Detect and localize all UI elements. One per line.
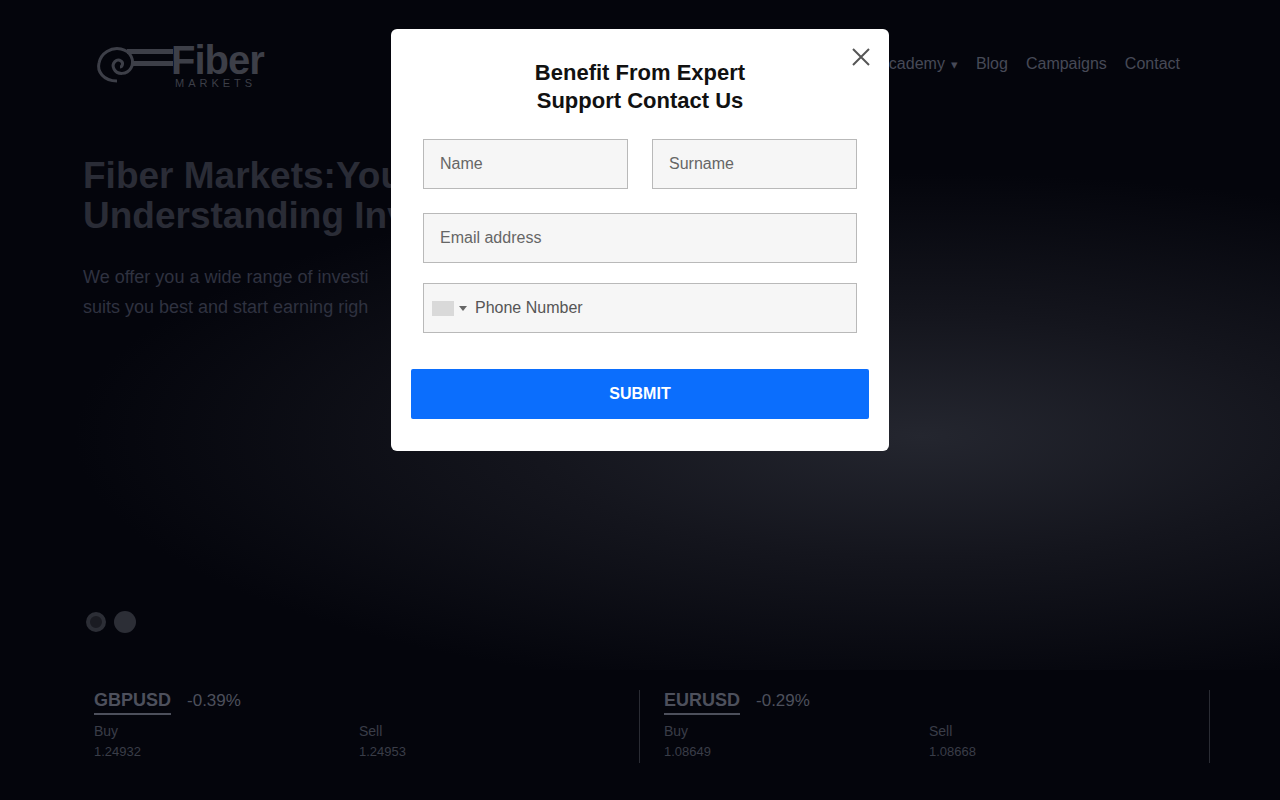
modal-overlay[interactable]: Benefit From ExpertSupport Contact Us SU…	[0, 0, 1280, 800]
ticker[interactable]: EURUSD -0.29% Buy 1.08649 Sell 1.08668	[664, 690, 1210, 763]
country-selector[interactable]	[432, 301, 467, 316]
nav-item[interactable]: Campaigns	[1026, 55, 1107, 73]
sell-price: 1.08668	[929, 741, 1194, 763]
ticker-strip: GBPUSD -0.39% Buy 1.24932 Sell 1.24953 EU…	[0, 690, 1280, 763]
sell-price: 1.24953	[359, 741, 624, 763]
contact-modal: Benefit From ExpertSupport Contact Us SU…	[391, 29, 889, 451]
ticker[interactable]: GBPUSD -0.39% Buy 1.24932 Sell 1.24953	[94, 690, 640, 763]
buy-label: Buy	[94, 721, 359, 741]
buy-price: 1.24932	[94, 741, 359, 763]
phone-field[interactable]	[423, 283, 857, 333]
buy-label: Buy	[664, 721, 929, 741]
sell-label: Sell	[929, 721, 1194, 741]
close-button[interactable]	[851, 47, 871, 67]
submit-button[interactable]: SUBMIT	[411, 369, 869, 419]
close-icon	[851, 47, 871, 67]
flag-icon	[432, 301, 454, 316]
slider-dot[interactable]	[114, 611, 136, 633]
ticker-change: -0.39%	[187, 691, 241, 715]
modal-title: Benefit From ExpertSupport Contact Us	[423, 59, 857, 115]
phone-input[interactable]	[475, 299, 848, 317]
logo-sub: MARKETS	[171, 78, 264, 89]
text-field[interactable]	[652, 139, 857, 189]
spiral-logo-icon	[93, 41, 175, 87]
logo-name: Fiber	[171, 40, 264, 80]
slider-dot[interactable]	[86, 612, 106, 632]
nav-item[interactable]: Contact	[1125, 55, 1180, 73]
logo[interactable]: Fiber MARKETS	[93, 40, 264, 89]
buy-price: 1.08649	[664, 741, 929, 763]
text-field[interactable]	[423, 139, 628, 189]
dropdown-caret-icon: ▾	[951, 57, 958, 72]
ticker-change: -0.29%	[756, 691, 810, 715]
ticker-symbol: EURUSD	[664, 690, 740, 715]
slider-dots	[86, 611, 136, 633]
caret-icon	[459, 306, 467, 311]
nav-item[interactable]: Blog	[976, 55, 1008, 73]
main-nav: Academy ▾ Blog Campaigns Contact	[878, 55, 1180, 73]
email-field[interactable]	[423, 213, 857, 263]
page: Fiber MARKETS Academy ▾ Blog Campaigns Co…	[0, 0, 1280, 800]
ticker-symbol: GBPUSD	[94, 690, 171, 715]
sell-label: Sell	[359, 721, 624, 741]
nav-item[interactable]: Academy ▾	[878, 55, 958, 73]
